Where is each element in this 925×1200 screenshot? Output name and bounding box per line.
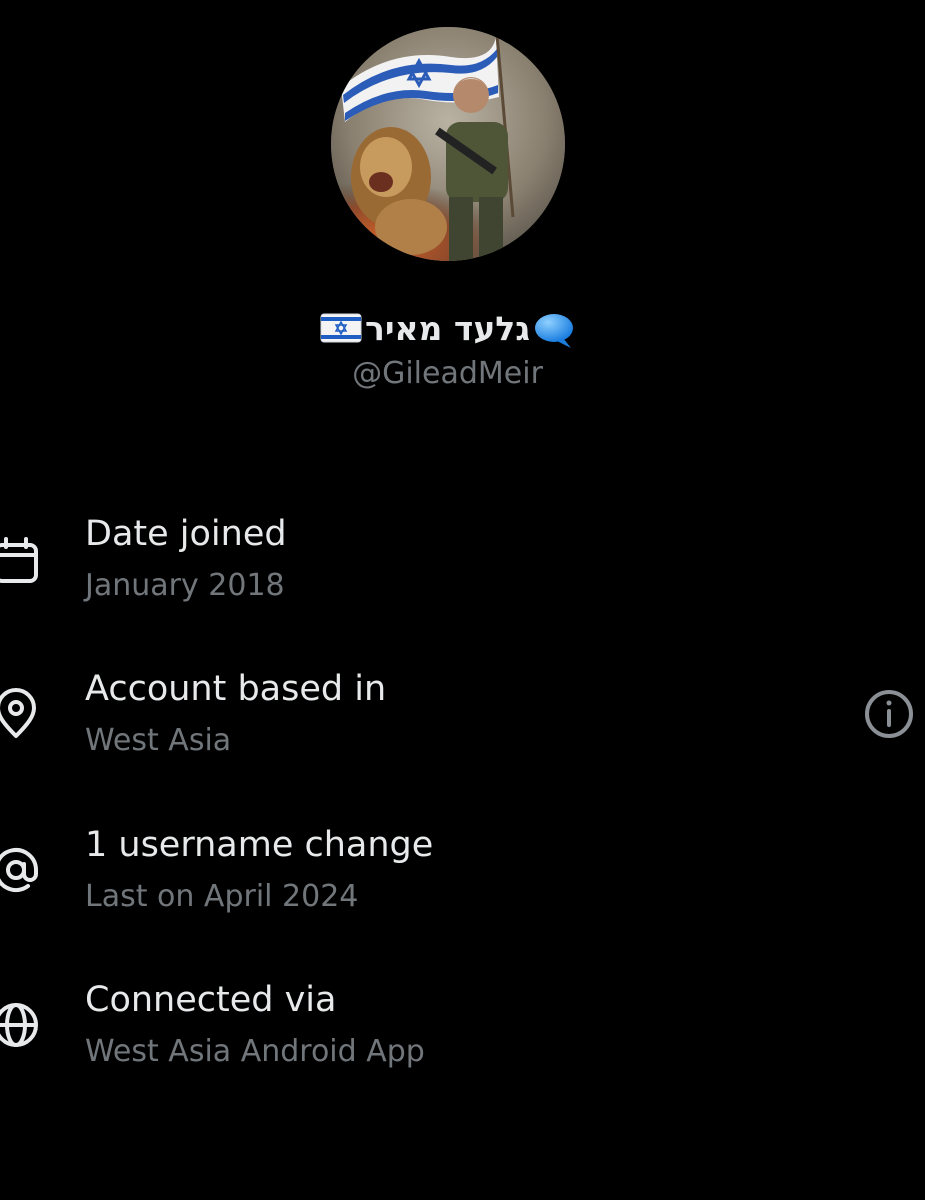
- globe-icon: [0, 999, 42, 1051]
- display-name-row: גלעד מאיר: [0, 303, 895, 353]
- connected-via-row: Connected via West Asia Android App: [0, 979, 925, 1089]
- username-change-label: 1 username change: [85, 825, 434, 865]
- location-pin-icon: [0, 688, 42, 740]
- connected-via-value: West Asia Android App: [85, 1034, 425, 1069]
- username-change-value: Last on April 2024: [85, 879, 359, 914]
- avatar-image: [331, 27, 565, 261]
- profile-avatar[interactable]: [331, 27, 565, 261]
- account-based-in-row: Account based in West Asia: [0, 668, 925, 778]
- israel-flag-icon: [320, 313, 362, 343]
- display-name: גלעד מאיר: [364, 308, 531, 348]
- info-icon[interactable]: [863, 688, 915, 740]
- date-joined-row: Date joined January 2018: [0, 513, 925, 623]
- at-sign-icon: [0, 844, 42, 896]
- account-based-in-label: Account based in: [85, 669, 387, 709]
- speech-bubble-icon: [535, 314, 574, 348]
- profile-handle: @GileadMeir: [352, 356, 543, 391]
- date-joined-label: Date joined: [85, 514, 287, 554]
- account-based-in-value: West Asia: [85, 723, 232, 758]
- username-change-row: 1 username change Last on April 2024: [0, 824, 925, 934]
- date-joined-value: January 2018: [85, 568, 285, 603]
- connected-via-label: Connected via: [85, 980, 337, 1020]
- calendar-icon: [0, 533, 42, 585]
